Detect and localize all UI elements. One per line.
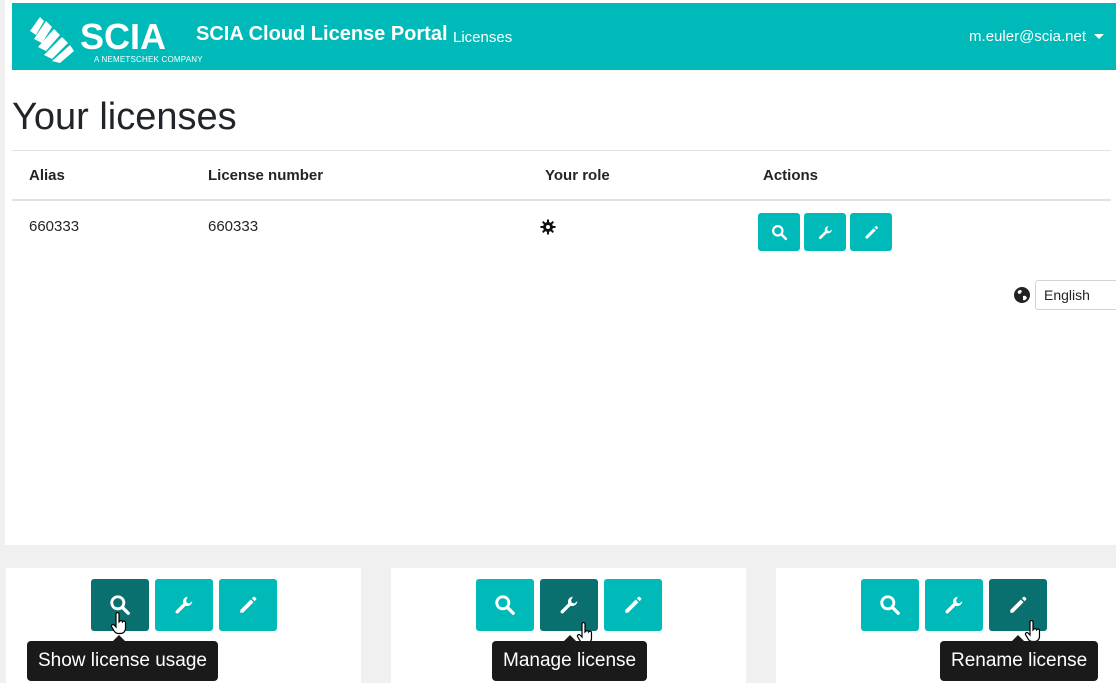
tooltip-demo-panel-rename: Rename license: [776, 568, 1116, 683]
wrench-icon: [560, 596, 578, 614]
col-header-actions: Actions: [763, 167, 819, 184]
manage-license-button[interactable]: [155, 579, 213, 631]
panel-actions: [861, 579, 1047, 631]
cell-license-number: 660333: [208, 218, 259, 235]
caret-down-icon: [1094, 34, 1104, 39]
gear-icon: [540, 219, 556, 235]
table-header: Alias License number Your role Actions: [12, 150, 1111, 201]
show-usage-button[interactable]: [758, 213, 800, 251]
tooltip-show-usage: Show license usage: [27, 635, 218, 681]
hand-cursor-icon: [110, 612, 127, 635]
svg-text:SCIA: SCIA: [80, 16, 166, 57]
top-navbar: SCIA A NEMETSCHEK COMPANY SCIA Cloud Lic…: [12, 3, 1116, 70]
cell-alias: 660333: [29, 218, 80, 235]
show-usage-button[interactable]: [476, 579, 534, 631]
tooltip-manage-license: Manage license: [492, 635, 648, 681]
col-header-role: Your role: [545, 167, 610, 184]
main-content: [5, 0, 1116, 545]
col-header-license-number: License number: [208, 167, 324, 184]
wrench-icon: [945, 596, 963, 614]
row-actions: [758, 213, 892, 251]
show-usage-button[interactable]: [861, 579, 919, 631]
globe-icon: [1014, 287, 1030, 303]
licenses-table: Alias License number Your role Actions 6…: [12, 150, 1111, 261]
table-row: 660333 660333: [12, 201, 1111, 261]
page-title: Your licenses: [12, 96, 237, 138]
nav-link-licenses[interactable]: Licenses: [453, 29, 512, 46]
tooltip-rename-license: Rename license: [940, 635, 1099, 681]
wrench-icon: [175, 596, 193, 614]
manage-license-button[interactable]: [804, 213, 846, 251]
rename-license-button[interactable]: [604, 579, 662, 631]
search-icon: [880, 595, 900, 615]
wrench-icon: [818, 225, 832, 239]
scia-logo[interactable]: SCIA A NEMETSCHEK COMPANY: [28, 11, 203, 67]
language-selector: English: [1013, 280, 1116, 310]
language-select[interactable]: English: [1035, 280, 1116, 310]
portal-title[interactable]: SCIA Cloud License Portal: [196, 23, 448, 46]
user-menu[interactable]: m.euler@scia.net: [969, 28, 1104, 45]
manage-license-button[interactable]: [925, 579, 983, 631]
search-icon: [771, 224, 787, 240]
rename-license-button[interactable]: [850, 213, 892, 251]
rename-license-button[interactable]: [219, 579, 277, 631]
col-header-alias: Alias: [29, 167, 65, 184]
panel-actions: [476, 579, 662, 631]
pencil-icon: [625, 596, 642, 613]
logo-subtitle: A NEMETSCHEK COMPANY: [94, 55, 203, 64]
tooltip-demo-panel-usage: Show license usage: [6, 568, 361, 683]
search-icon: [495, 595, 515, 615]
pencil-icon: [1010, 596, 1027, 613]
pencil-icon: [240, 596, 257, 613]
pencil-icon: [865, 225, 878, 238]
tooltip-demo-panel-manage: Manage license: [391, 568, 746, 683]
user-email: m.euler@scia.net: [969, 28, 1086, 45]
